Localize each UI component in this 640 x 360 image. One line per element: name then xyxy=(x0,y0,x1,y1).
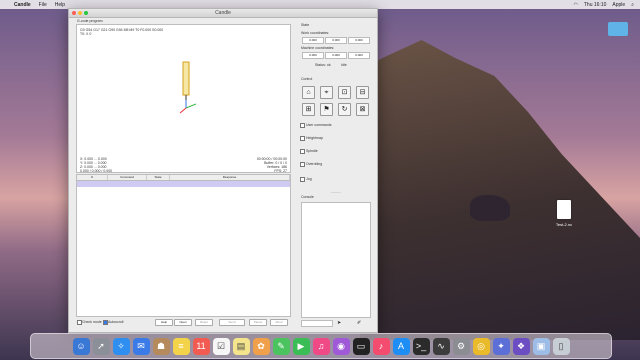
tool-model-icon xyxy=(179,61,197,114)
user-menu[interactable]: Apple xyxy=(612,2,625,8)
candle-window: Candle G-code program G0 G54 G17 G21 G90… xyxy=(68,8,378,333)
rocket-dock-icon[interactable]: ➚ xyxy=(92,337,110,355)
spindle-toggle[interactable] xyxy=(300,149,305,154)
music-dock-icon[interactable]: ♪ xyxy=(372,337,390,355)
itunes-dock-icon[interactable]: ♫ xyxy=(312,337,330,355)
dock: ☺ ➚ ✧ ✉ ☗ ≡ 11 ☑ ▤ ✿ ✎ ▶ ♫ ◉ ▭ ♪ A >_ ∿ ⚙ ◎ ✦ ❖ ▣ ▯ xyxy=(30,333,612,359)
safe-position-button[interactable]: ⚑ xyxy=(320,103,333,116)
zero-xy-button[interactable]: ⊡ xyxy=(338,86,351,99)
table-row-selected[interactable] xyxy=(77,181,290,187)
user-commands-label: User commands xyxy=(306,123,332,127)
window-title: Candle xyxy=(215,10,231,16)
search-icon[interactable]: ⌕ xyxy=(631,2,634,8)
console-header: Console xyxy=(301,195,314,199)
overriding-toggle[interactable] xyxy=(300,162,305,167)
preview-dock-icon[interactable]: ▣ xyxy=(532,337,550,355)
facetime-dock-icon[interactable]: ▶ xyxy=(292,337,310,355)
title-bar[interactable]: Candle xyxy=(69,9,377,18)
console-output[interactable] xyxy=(301,202,371,318)
unlock-button[interactable]: ⊠ xyxy=(356,103,369,116)
preferences-dock-icon[interactable]: ⚙ xyxy=(452,337,470,355)
wifi-icon[interactable]: ◠ xyxy=(573,2,577,8)
jog-divider: _____ xyxy=(331,189,341,193)
tv-dock-icon[interactable]: ▭ xyxy=(352,337,370,355)
safari-dock-icon[interactable]: ✧ xyxy=(112,337,130,355)
notes-dock-icon[interactable]: ≡ xyxy=(172,337,190,355)
calendar-dock-icon[interactable]: 11 xyxy=(192,337,210,355)
reminders-dock-icon[interactable]: ☑ xyxy=(212,337,230,355)
open-button[interactable]: Open xyxy=(174,319,192,326)
heightmap-label: Heightmap xyxy=(306,136,323,140)
jog-label: Jog xyxy=(306,177,312,181)
check-mode-label: Check mode xyxy=(82,320,102,324)
machine-z-field: 0.000 xyxy=(348,52,370,59)
wallpaper-mountain xyxy=(360,40,640,340)
spindle-label: Spindle xyxy=(306,149,318,153)
col-response[interactable]: Response xyxy=(170,175,290,180)
zero-z-button[interactable]: ⊟ xyxy=(356,86,369,99)
col-state[interactable]: State xyxy=(147,175,170,180)
clear-console-icon[interactable]: ✐ xyxy=(357,320,361,326)
reset-grbl-button[interactable]: ↻ xyxy=(338,103,351,116)
send-command-icon[interactable]: ➤ xyxy=(337,320,341,326)
console-input[interactable] xyxy=(301,320,333,327)
fps-stat: FPS: 27 xyxy=(274,169,287,173)
pause-button[interactable]: Pause xyxy=(249,319,267,326)
contacts-dock-icon[interactable]: ☗ xyxy=(152,337,170,355)
menu-help[interactable]: Help xyxy=(55,2,65,8)
coord-summary: 0.000 / 0.000 / 0.000 xyxy=(80,169,113,173)
jog-toggle[interactable] xyxy=(300,177,305,182)
restore-origin-button[interactable]: ⊞ xyxy=(302,103,315,116)
desktop-folder-icon[interactable] xyxy=(608,22,628,36)
activity-dock-icon[interactable]: ∿ xyxy=(432,337,450,355)
menu-app-name[interactable]: Candle xyxy=(14,2,31,8)
col-command[interactable]: Command xyxy=(108,175,147,180)
messages-dock-icon[interactable]: ✎ xyxy=(272,337,290,355)
autoscroll-label: Autoscroll xyxy=(108,320,124,324)
status-right: Idle xyxy=(341,63,347,67)
gcode-state-line: G0 G54 G17 G21 G90 G94 M5 M9 T0 F0.000 S… xyxy=(80,28,164,32)
terminal-dock-icon[interactable]: >_ xyxy=(412,337,430,355)
appstore-dock-icon[interactable]: A xyxy=(392,337,410,355)
photos-dock-icon[interactable]: ✿ xyxy=(252,337,270,355)
visualizer-pane[interactable]: G0 G54 G17 G21 G90 G94 M5 M9 T0 F0.000 S… xyxy=(76,24,291,173)
control-header: Control xyxy=(301,77,313,81)
podcasts-dock-icon[interactable]: ◉ xyxy=(332,337,350,355)
help-button[interactable]: Help xyxy=(155,319,173,326)
trash-dock-icon[interactable]: ▯ xyxy=(552,337,570,355)
reset-button[interactable]: Reset xyxy=(195,319,213,326)
send-button[interactable]: Send xyxy=(219,319,245,326)
mail-dock-icon[interactable]: ✉ xyxy=(132,337,150,355)
state-header: State xyxy=(301,23,310,27)
work-coords-label: Work coordinates: xyxy=(301,31,330,35)
launcher-dock-icon[interactable]: ❖ xyxy=(512,337,530,355)
col-number[interactable]: # xyxy=(77,175,108,180)
clock[interactable]: Thu 16:10 xyxy=(584,2,607,8)
status-left: Status: ok xyxy=(315,63,331,67)
probe-button[interactable]: ⌖ xyxy=(320,86,333,99)
gcode-table[interactable]: # Command State Response xyxy=(76,174,291,317)
wallpaper-island xyxy=(470,195,510,221)
desktop-file-icon[interactable] xyxy=(557,200,571,219)
machine-y-field: 0.000 xyxy=(325,52,347,59)
desktop-file-label: Test-2.nc xyxy=(555,222,573,227)
candle-dock-icon[interactable]: ✦ xyxy=(492,337,510,355)
tool-state-line: T0: X 0 xyxy=(80,32,92,36)
work-z-field: 0.000 xyxy=(348,37,370,44)
machine-coords-label: Machine coordinates: xyxy=(301,46,335,50)
machine-x-field: 0.000 xyxy=(302,52,324,59)
finder-dock-icon[interactable]: ☺ xyxy=(72,337,90,355)
menu-file[interactable]: File xyxy=(39,2,47,8)
gcode-program-header: G-code program xyxy=(77,19,103,23)
abort-button[interactable]: Abort xyxy=(270,319,288,326)
work-y-field: 0.000 xyxy=(325,37,347,44)
chrome-dock-icon[interactable]: ◎ xyxy=(472,337,490,355)
home-button[interactable]: ⌂ xyxy=(302,86,315,99)
work-x-field: 0.000 xyxy=(302,37,324,44)
heightmap-toggle[interactable] xyxy=(300,136,305,141)
user-commands-toggle[interactable] xyxy=(300,123,305,128)
stickies-dock-icon[interactable]: ▤ xyxy=(232,337,250,355)
overriding-label: Overriding xyxy=(306,162,323,166)
